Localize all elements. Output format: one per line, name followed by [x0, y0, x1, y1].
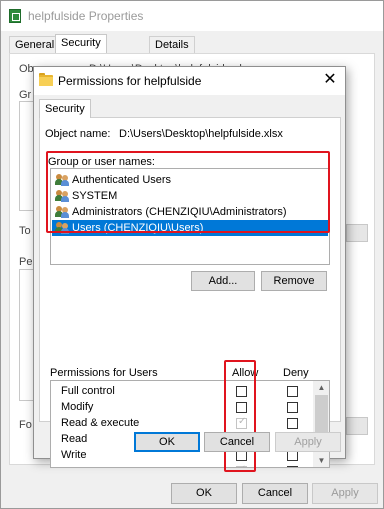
properties-title: helpfulside Properties — [28, 9, 144, 23]
tab-security-dialog[interactable]: Security — [39, 99, 91, 118]
outer-permissions-label: Pe — [19, 256, 33, 268]
highlight-allow-column — [224, 360, 256, 472]
apply-button[interactable]: Apply — [275, 432, 341, 452]
outer-advanced-label: Fo — [19, 419, 32, 431]
deny-header: Deny — [283, 367, 309, 379]
permission-row: Full control — [51, 384, 313, 400]
permission-name: Write — [61, 449, 87, 461]
tab-security[interactable]: Security — [55, 34, 107, 54]
dialog-titlebar: Permissions for helpfulside ✕ — [34, 67, 345, 95]
permission-row: Read & execute — [51, 416, 313, 432]
scroll-down-icon[interactable]: ▼ — [313, 454, 329, 467]
dialog-title: Permissions for helpfulside — [58, 74, 202, 88]
permissions-for-label: Permissions for Users — [50, 367, 158, 379]
outer-change-label: To — [19, 225, 31, 237]
object-name-label: Object name: — [45, 128, 111, 140]
outer-object-label: Object name: — [19, 63, 33, 75]
permissions-dialog: Permissions for helpfulside ✕ Security O… — [33, 66, 346, 472]
permission-name: Read — [61, 433, 88, 445]
outer-advanced-button[interactable] — [346, 417, 368, 435]
deny-checkbox-full-control[interactable] — [287, 386, 298, 397]
deny-checkbox-special[interactable] — [287, 466, 298, 467]
add-button[interactable]: Add... — [191, 271, 255, 291]
scroll-up-icon[interactable]: ▲ — [313, 381, 329, 394]
outer-ok-button[interactable]: OK — [171, 483, 237, 504]
permission-row: Modify — [51, 400, 313, 416]
outer-edit-button[interactable] — [346, 224, 368, 242]
outer-apply-button[interactable]: Apply — [312, 483, 378, 504]
highlight-group-box — [46, 151, 330, 233]
remove-button[interactable]: Remove — [261, 271, 327, 291]
permissions-scrollbar[interactable]: ▲ ▼ — [313, 381, 329, 467]
tab-general[interactable]: General — [9, 36, 61, 53]
outer-cancel-button[interactable]: Cancel — [242, 483, 308, 504]
outer-group-label: Gr — [19, 89, 32, 101]
close-icon[interactable]: ✕ — [320, 70, 340, 90]
folder-icon — [39, 73, 53, 86]
properties-titlebar: helpfulside Properties — [1, 1, 383, 31]
permission-row-partial — [51, 464, 313, 467]
excel-file-icon — [9, 9, 21, 23]
tab-details[interactable]: Details — [149, 36, 195, 53]
object-name-value: D:\Users\Desktop\helpfulside.xlsx — [119, 128, 283, 140]
deny-checkbox-read-execute[interactable] — [287, 418, 298, 429]
permission-name: Modify — [61, 401, 94, 413]
ok-button[interactable]: OK — [134, 432, 200, 452]
permission-name: Read & execute — [61, 417, 140, 429]
deny-checkbox-modify[interactable] — [287, 402, 298, 413]
permissions-list: Full control Modify Read & execute Read … — [50, 380, 330, 468]
cancel-button[interactable]: Cancel — [204, 432, 270, 452]
permission-name: Full control — [61, 385, 115, 397]
